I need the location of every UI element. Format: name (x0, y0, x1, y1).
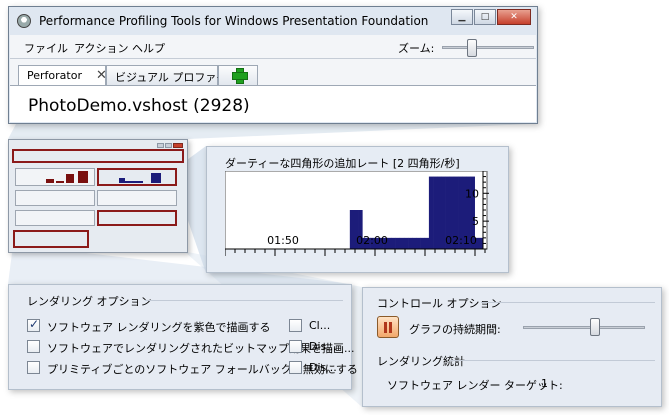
close-button[interactable]: ✕ (497, 9, 531, 25)
tab-strip: Perforator ✕ ビジュアル プロファイラー (10, 59, 536, 86)
add-icon (232, 68, 248, 84)
x-tick-label: 02:00 (356, 234, 388, 247)
overview-chart-5 (15, 210, 95, 226)
chart-bar (391, 237, 396, 249)
checkbox-disable-software-fallback[interactable] (27, 361, 40, 374)
maximize-button[interactable]: □ (474, 9, 496, 25)
group-divider (481, 302, 655, 303)
perforator-content: PhotoDemo.vshost (2928) (10, 85, 536, 122)
app-logo-icon (17, 14, 31, 28)
graph-duration-label: グラフの持続期間: (409, 323, 501, 336)
option-label: Dis... (309, 340, 337, 353)
checkbox-purple-software-render[interactable] (27, 317, 40, 332)
tab-perforator-label: Perforator (27, 69, 82, 82)
rendering-options-panel: レンダリング オプション ソフトウェア レンダリングを紫色で描画する ソフトウェ… (8, 284, 358, 390)
y-tick-label: 10 (465, 187, 479, 200)
title-bar: Performance Profiling Tools for Windows … (9, 7, 537, 35)
option-right-3[interactable]: Dis... (289, 361, 349, 375)
menu-file[interactable]: ファイル (24, 40, 68, 56)
chart-bar (349, 210, 355, 249)
checkbox-right-3[interactable] (289, 361, 302, 374)
x-tick-label: 02:10 (445, 234, 477, 247)
checkbox-right-1[interactable] (289, 319, 302, 332)
tab-visual-profiler[interactable]: ビジュアル プロファイラー (106, 65, 249, 85)
process-name: PhotoDemo.vshost (2928) (28, 96, 250, 116)
software-render-target-value: 1 (541, 377, 548, 390)
control-options-panel: コントロール オプション グラフの持続期間: レンダリング統計 ソフトウェア レ… (362, 287, 662, 407)
overview-chart-3 (15, 190, 95, 206)
chart-bar (399, 237, 405, 249)
menu-bar: ファイル アクション ヘルプ ズーム: (10, 35, 536, 59)
checkbox-software-bitmap-effects[interactable] (27, 340, 40, 353)
option-label: Cl... (309, 319, 331, 332)
x-tick-label: 01:50 (267, 234, 299, 247)
window-title: Performance Profiling Tools for Windows … (39, 14, 429, 28)
option-software-bitmap-effects[interactable]: ソフトウェアでレンダリングされたビットマップ効果を描画... (27, 340, 355, 355)
menu-help[interactable]: ヘルプ (132, 40, 165, 56)
chart-bar (437, 176, 442, 249)
control-options-title: コントロール オプション (377, 297, 502, 310)
checkbox-right-2[interactable] (289, 340, 302, 353)
minimize-button[interactable]: ▁ (451, 9, 473, 25)
menu-action[interactable]: アクション (74, 40, 128, 56)
group-divider (145, 300, 343, 301)
option-label: Dis... (309, 361, 337, 374)
chart-bar (416, 237, 421, 249)
option-right-1[interactable]: Cl... (289, 319, 349, 333)
zoom-label: ズーム: (398, 42, 435, 55)
overview-title-highlight (12, 149, 184, 163)
group-divider (449, 360, 655, 361)
graph-duration-slider-thumb[interactable] (590, 318, 601, 336)
chart-bar (433, 176, 438, 249)
chart-bar (387, 237, 392, 249)
overview-render-options-highlight (97, 210, 177, 226)
option-purple-software-render[interactable]: ソフトウェア レンダリングを紫色で描画する (27, 317, 287, 334)
option-disable-software-fallback[interactable]: プリミティブごとのソフトウェア フォールバックを無効にする (27, 361, 358, 376)
overview-thumbnail (8, 139, 188, 253)
pause-icon[interactable] (377, 316, 399, 338)
overview-chart-2-highlight (97, 168, 177, 186)
dirty-rect-chart-panel: ダーティーな四角形の追加レート [2 四角形/秒] 01:50 02:00 02:1… (206, 146, 509, 273)
zoom-slider-track[interactable] (442, 46, 534, 49)
software-render-target-label: ソフトウェア レンダー ターゲット: (387, 379, 563, 392)
chart-bar (403, 237, 409, 249)
chart-bar (428, 176, 434, 249)
graph-duration-slider-track[interactable] (523, 326, 645, 329)
y-tick-label: 5 (472, 215, 479, 228)
chart-bar (408, 237, 413, 249)
chart-bar (395, 237, 401, 249)
dirty-rect-chart: 01:50 02:00 02:10 10 5 (225, 171, 489, 256)
chart-bar (420, 237, 426, 249)
rendering-stats-title: レンダリング統計 (377, 355, 465, 368)
mini-window-controls (156, 143, 183, 148)
chart-bar (424, 237, 430, 249)
overview-chart-1 (15, 168, 95, 186)
main-window: Performance Profiling Tools for Windows … (8, 6, 538, 124)
overview-chart-4 (97, 190, 177, 206)
overview-control-options-highlight (13, 230, 89, 248)
tab-perforator[interactable]: Perforator ✕ (18, 65, 107, 86)
rendering-options-title: レンダリング オプション (27, 295, 152, 308)
chart-bar (412, 237, 417, 249)
window-controls: ▁ □ ✕ (450, 9, 531, 25)
chart-title: ダーティーな四角形の追加レート [2 四角形/秒] (225, 157, 460, 170)
option-right-2[interactable]: Dis... (289, 340, 349, 354)
option-label: ソフトウェア レンダリングを紫色で描画する (47, 321, 271, 334)
zoom-slider-thumb[interactable] (466, 39, 477, 57)
